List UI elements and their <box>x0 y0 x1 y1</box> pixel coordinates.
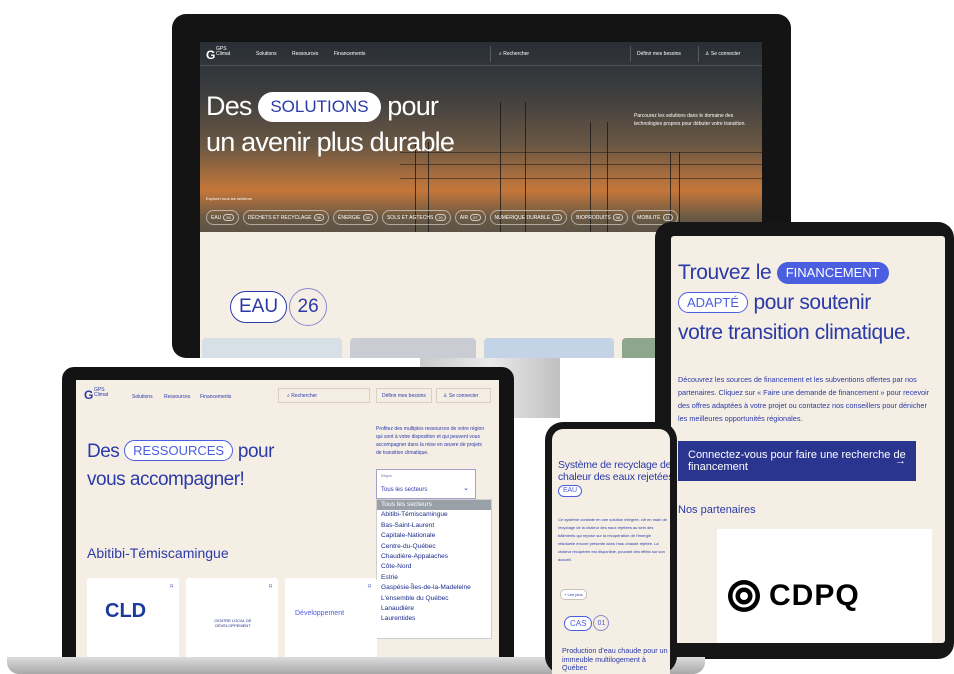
section-count: 26 <box>289 288 328 326</box>
bookmark-icon[interactable]: ⌑ <box>368 583 371 590</box>
cdpq-logo-icon <box>728 580 760 612</box>
nav-financements[interactable]: Financements <box>200 394 231 400</box>
region-heading: Abitibi-Témiscamingue <box>87 545 229 561</box>
card-logo: CENTRE LOCAL DE DÉVELOPPEMENT <box>214 618 252 628</box>
resources-description: Profitez des multiples ressources de vot… <box>376 426 485 456</box>
logo[interactable]: G <box>84 388 93 402</box>
nav-financements[interactable]: Financements <box>334 51 365 57</box>
section-eau-heading: EAU 26 <box>230 288 328 326</box>
region-option[interactable]: Capitale-Nationale <box>377 531 491 541</box>
case-card-title[interactable]: Production d'eau chaude pour un immeuble… <box>562 646 668 673</box>
chevron-down-icon: ⌄ <box>463 485 469 492</box>
nav-solutions[interactable]: Solutions <box>256 51 277 57</box>
region-dropdown-list: Tous les secteurs Abitibi-Témiscamingue … <box>376 499 492 639</box>
cases-heading: CAS 01 <box>564 615 610 631</box>
select-value: Tous les secteurs <box>381 487 428 493</box>
bookmark-icon[interactable]: ⌑ <box>269 583 272 590</box>
chip-dechets[interactable]: DÉCHETS ET RECYCLAGE 36 <box>242 210 329 225</box>
solution-title: Système de recyclage de la chaleur des e… <box>558 459 670 497</box>
financing-pill: FINANCEMENT <box>776 262 889 284</box>
resource-card[interactable]: ⌑ Développement <box>285 578 377 661</box>
resource-card[interactable]: ⌑ CLD <box>87 578 179 661</box>
resources-pill: RESSOURCES <box>124 440 234 461</box>
financing-paragraph: Découvrez les sources de financement et … <box>678 375 930 423</box>
hero-heading: Des SOLUTIONS pour un avenir plus durabl… <box>206 91 455 157</box>
laptop-screen: G GPS Climat Solutions Ressources Finance… <box>76 380 499 661</box>
chip-bioproduits[interactable]: BIOPRODUITS 08 <box>571 210 629 225</box>
login-financing-button[interactable]: Connectez-vous pour faire une recherche … <box>678 441 916 481</box>
region-option[interactable]: Bas-Saint-Laurent <box>377 521 491 531</box>
solution-card[interactable] <box>350 338 476 358</box>
region-option[interactable]: Centre-du-Québec <box>377 542 491 552</box>
search-input[interactable]: ⌕ Rechercher <box>278 388 370 403</box>
nav-ressources[interactable]: Ressources <box>292 51 318 57</box>
logo[interactable]: G <box>206 48 215 62</box>
logo-text: GPS Climat <box>216 46 231 57</box>
tablet-screen: Trouvez le FINANCEMENT ADAPTÉ pour soute… <box>671 236 945 643</box>
region-option[interactable]: Gaspésie-Îles-de-la-Madeleine <box>377 583 491 593</box>
chip-numerique[interactable]: NUMÉRIQUE DURABLE 11 <box>489 210 568 225</box>
explore-label: Explorer tous les secteurs <box>206 196 253 201</box>
partner-logo-text: CDPQ <box>769 579 860 612</box>
cases-pill: CAS <box>564 615 593 631</box>
chip-air[interactable]: AIR 07 <box>454 210 486 225</box>
logo-text: GPS Climat <box>94 387 109 398</box>
adapted-pill: ADAPTÉ <box>678 292 749 313</box>
chip-eau[interactable]: EAU 26 <box>206 210 239 225</box>
search-icon: ⌕ <box>287 393 290 399</box>
chip-sols[interactable]: SOLS ET AGTECHS 20 <box>381 210 451 225</box>
hero-description: Parcourez les solutions dans le domaine … <box>634 113 746 127</box>
partner-card[interactable]: CDPQ <box>717 529 932 643</box>
resources-heading: Des RESSOURCES pour vous accompagner! <box>87 440 274 490</box>
laptop-device: G GPS Climat Solutions Ressources Finance… <box>62 367 514 661</box>
login-button[interactable]: ♙ Se connecter <box>698 46 758 62</box>
card-logo: Développement <box>295 610 345 617</box>
solution-card[interactable] <box>202 338 342 358</box>
read-more-button[interactable]: + Lire plus <box>560 589 587 600</box>
arrow-right-icon: → <box>895 455 906 467</box>
top-nav: G GPS Climat Solutions Ressources Finance… <box>200 42 762 66</box>
resource-card[interactable]: ⌑ CENTRE LOCAL DE DÉVELOPPEMENT <box>186 578 278 661</box>
search-input[interactable]: ⌕ Rechercher <box>490 46 626 62</box>
solution-card[interactable] <box>484 338 614 358</box>
define-needs-button[interactable]: Définir mes besoins <box>376 388 432 403</box>
card-logo: CLD <box>105 600 147 622</box>
phone-screen: Système de recyclage de la chaleur des e… <box>552 429 670 674</box>
region-option[interactable]: Lanaudière <box>377 604 491 614</box>
region-option[interactable]: Tous les secteurs <box>377 500 491 511</box>
partners-heading: Nos partenaires <box>678 504 756 516</box>
user-icon: ♙ <box>443 393 448 399</box>
define-needs-button[interactable]: Définir mes besoins <box>630 46 695 62</box>
nav-ressources[interactable]: Ressources <box>164 394 190 400</box>
login-button[interactable]: ♙ Se connecter <box>436 388 491 403</box>
cases-count: 01 <box>593 615 610 631</box>
region-option[interactable]: Côte-Nord <box>377 562 491 572</box>
region-option[interactable]: Laurentides <box>377 614 491 624</box>
nav-solutions[interactable]: Solutions <box>132 394 153 400</box>
solution-description: Ce système consiste en une solution inté… <box>558 517 667 562</box>
region-option[interactable]: L'ensemble du Québec <box>377 594 491 604</box>
sector-chips: EAU 26 DÉCHETS ET RECYCLAGE 36 ÉNERGIE 30 S… <box>206 210 678 225</box>
user-icon: ♙ <box>705 51 710 57</box>
region-option[interactable]: Abitibi-Témiscamingue <box>377 510 491 520</box>
title-pill: EAU <box>558 485 582 497</box>
region-option[interactable]: Chaudière-Appalaches <box>377 552 491 562</box>
financing-heading: Trouvez le FINANCEMENT ADAPTÉ pour soute… <box>678 261 911 344</box>
section-pill: EAU <box>230 291 288 323</box>
hero-pill: SOLUTIONS <box>258 92 381 122</box>
chip-energie[interactable]: ÉNERGIE 30 <box>333 210 378 225</box>
select-label: Région <box>381 474 393 478</box>
region-option[interactable]: Estrie <box>377 573 491 583</box>
region-select[interactable]: Région Tous les secteurs ⌄ <box>376 469 476 499</box>
tablet-device: Trouvez le FINANCEMENT ADAPTÉ pour soute… <box>655 222 954 659</box>
phone-device: Système de recyclage de la chaleur des e… <box>545 422 677 674</box>
bookmark-icon[interactable]: ⌑ <box>170 583 173 590</box>
search-icon: ⌕ <box>499 51 502 57</box>
